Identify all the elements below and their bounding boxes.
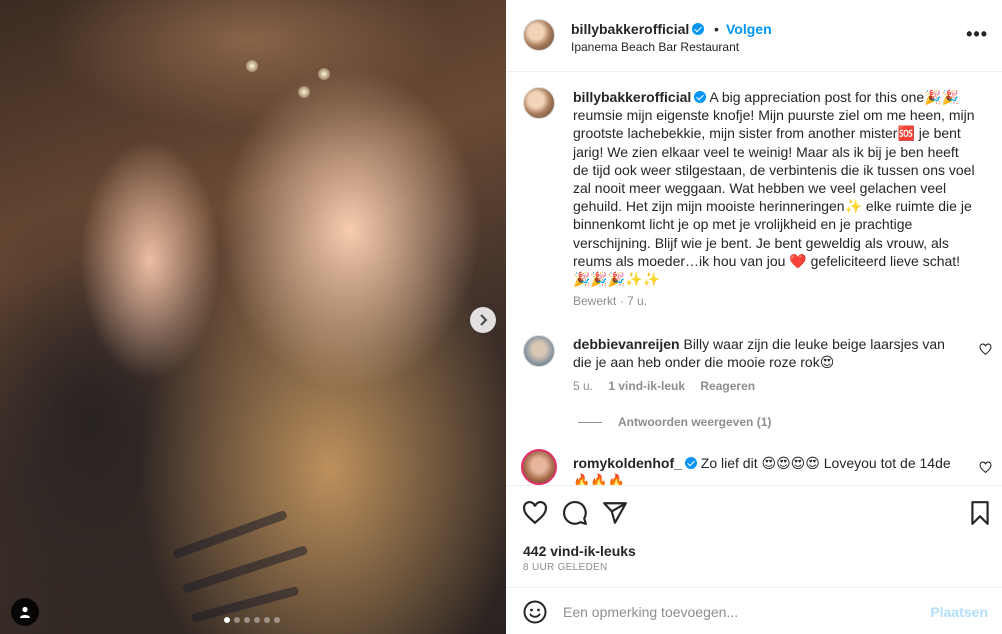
comment-icon[interactable] — [562, 500, 588, 526]
divider — [578, 422, 602, 424]
heart-icon[interactable] — [979, 461, 992, 474]
photo-detail — [246, 60, 258, 72]
comment-likes[interactable]: 1 vind-ik-leuk — [608, 379, 685, 393]
post-time[interactable]: 8 UUR GELEDEN — [523, 562, 607, 573]
comments-section[interactable]: billybakkerofficial A big appreciation p… — [506, 73, 1002, 485]
meta-separator: · — [616, 294, 628, 308]
emoji-icon[interactable] — [523, 600, 547, 624]
comment-text: romykoldenhof_ Zo lief dit 😍😍😍😍 Loveyou … — [573, 454, 963, 485]
carousel-dot — [264, 617, 270, 623]
more-options-button[interactable]: ••• — [966, 25, 988, 43]
add-comment-bar: Plaatsen — [506, 587, 1002, 634]
avatar[interactable] — [523, 87, 555, 119]
carousel-dot — [254, 617, 260, 623]
bookmark-icon[interactable] — [967, 500, 993, 526]
next-photo-button[interactable] — [470, 307, 496, 333]
comment-username[interactable]: romykoldenhof_ — [573, 455, 682, 471]
caption-time[interactable]: 7 u. — [627, 294, 647, 308]
avatar[interactable] — [523, 335, 555, 367]
heart-icon[interactable] — [522, 500, 548, 526]
comment-text: debbievanreijen Billy waar zijn die leuk… — [573, 335, 963, 371]
post-comment-button[interactable]: Plaatsen — [930, 604, 988, 620]
view-replies-button[interactable]: Antwoorden weergeven (1) — [578, 415, 771, 429]
caption-meta: Bewerkt · 7 u. — [573, 294, 647, 308]
post-side-panel: billybakkerofficial • Volgen Ipanema Bea… — [506, 0, 1002, 634]
edited-label: Bewerkt — [573, 294, 617, 308]
carousel-dot — [244, 617, 250, 623]
avatar[interactable] — [523, 19, 555, 51]
photo-detail — [318, 68, 330, 80]
heart-icon[interactable] — [979, 343, 992, 356]
chevron-right-icon — [480, 314, 488, 326]
author-username-text[interactable]: billybakkerofficial — [571, 21, 689, 37]
carousel-dot — [274, 617, 280, 623]
comment-username[interactable]: debbievanreijen — [573, 336, 680, 352]
carousel-indicator — [224, 617, 280, 623]
carousel-dot — [224, 617, 230, 623]
more-icon: ••• — [966, 24, 988, 44]
verified-icon — [694, 91, 707, 103]
likes-count[interactable]: 442 vind-ik-leuks — [523, 543, 636, 559]
verified-icon — [684, 457, 697, 469]
share-icon[interactable] — [602, 500, 628, 526]
photo-detail — [181, 545, 309, 594]
author-username[interactable]: billybakkerofficial — [571, 21, 705, 37]
caption-username[interactable]: billybakkerofficial — [573, 89, 691, 105]
follow-button[interactable]: Volgen — [726, 21, 772, 37]
post-actions: 442 vind-ik-leuks 8 UUR GELEDEN — [506, 485, 1002, 587]
comment-input[interactable] — [563, 600, 923, 624]
verified-icon — [692, 23, 705, 35]
view-replies-label: Antwoorden weergeven (1) — [618, 415, 772, 429]
post-caption: billybakkerofficial A big appreciation p… — [573, 88, 978, 288]
location-link[interactable]: Ipanema Beach Bar Restaurant — [571, 40, 739, 54]
avatar[interactable] — [521, 449, 557, 485]
post-photo[interactable] — [0, 0, 506, 634]
comment-meta: 5 u. 1 vind-ik-leuk Reageren — [573, 379, 767, 393]
post-header: billybakkerofficial • Volgen Ipanema Bea… — [506, 0, 1002, 72]
user-tag-button[interactable] — [11, 598, 39, 626]
reply-button[interactable]: Reageren — [700, 379, 755, 393]
caption-text: A big appreciation post for this one🎉🎉 r… — [573, 89, 975, 288]
carousel-dot — [234, 617, 240, 623]
user-tag-icon — [20, 606, 30, 618]
photo-detail — [172, 509, 288, 560]
photo-detail — [298, 86, 310, 98]
comment-time[interactable]: 5 u. — [573, 379, 593, 393]
separator-dot: • — [714, 21, 719, 37]
